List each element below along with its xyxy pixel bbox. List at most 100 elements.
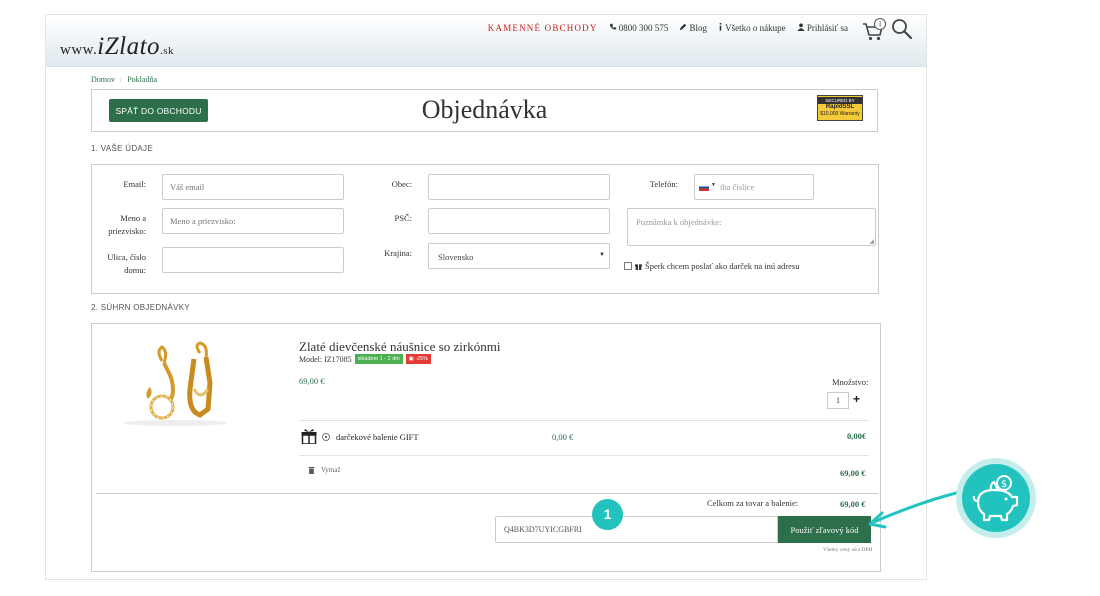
quantity-increase-button[interactable]: + (853, 392, 860, 406)
logo-brand: iZlato (97, 33, 161, 60)
rapidssl-seal[interactable]: SECURED BY RapidSSL $10,000 Warranty (817, 95, 863, 121)
site-logo[interactable]: www.iZlato.sk (60, 33, 174, 61)
piggy-bank-icon: $ (972, 475, 1019, 522)
gift-wrap-price: 0,00 € (552, 432, 574, 442)
zip-field[interactable] (428, 208, 610, 234)
name-label-line1: Meno a (120, 213, 146, 223)
phone-label: Telefón: (649, 179, 678, 189)
phone-icon (609, 23, 616, 30)
savings-badge: $ (962, 464, 1030, 532)
gift-checkbox-label: Šperk chcem poslať ako darček na inú adr… (645, 261, 800, 271)
user-icon (797, 23, 805, 31)
logo-prefix: www. (60, 42, 98, 58)
order-note-placeholder: Poznámka k objednávke: (636, 217, 722, 227)
phone-placeholder: iba číslice (720, 182, 755, 192)
vat-note: Všetky ceny sú s DPH (823, 547, 873, 553)
top-navigation: KAMENNÉ OBCHODY 0800 300 575 Blog Všetko… (488, 23, 848, 33)
section-details-heading: 1. VAŠE ÚDAJE (91, 144, 153, 153)
logo-tld: .sk (160, 45, 175, 57)
divider (299, 420, 869, 421)
resize-handle-icon[interactable]: ◢ (869, 238, 874, 245)
phone-number: 0800 300 575 (618, 23, 669, 33)
page-title: Objednávka (421, 95, 548, 124)
nav-info-link[interactable]: Všetko o nákupe (718, 23, 786, 33)
email-label: Email: (123, 179, 146, 189)
street-label-line2: domu: (124, 265, 146, 275)
stock-badge: skladom 1 - 2 dni (354, 354, 403, 364)
gift-wrap-total: 0,00€ (847, 431, 867, 441)
nav-phone-link[interactable]: 0800 300 575 (609, 23, 669, 33)
remove-label: Vymaž (321, 466, 341, 474)
section-summary-heading: 2. SÚHRN OBJEDNÁVKY (91, 303, 191, 312)
gift-icon (301, 429, 317, 444)
quantity-input[interactable]: 1 (827, 392, 849, 409)
name-label: Meno a priezvisko: (102, 212, 146, 238)
site-header: www.iZlato.sk KAMENNÉ OBCHODY 0800 300 5… (46, 15, 926, 67)
remove-item-button[interactable]: Vymaž (308, 466, 340, 474)
city-field[interactable] (428, 174, 610, 200)
street-label: Ulica, číslo domu: (96, 251, 146, 277)
search-button[interactable] (891, 18, 913, 40)
country-select[interactable]: Slovensko ▼ (428, 243, 610, 269)
street-field[interactable] (162, 247, 344, 273)
city-label: Obec: (391, 179, 412, 189)
chevron-down-icon: ▼ (599, 252, 605, 258)
shopping-info-label: Všetko o nákupe (725, 23, 786, 33)
apply-coupon-button[interactable]: Použiť zľavový kód (778, 516, 871, 543)
phone-field[interactable]: ▼ iba číslice (694, 174, 814, 200)
product-model: Model: IZ17085 (299, 354, 352, 364)
breadcrumb: Domov / Pokladňa (91, 75, 157, 84)
cart-button[interactable]: 1 (862, 18, 888, 42)
ssl-bottom-text: $10,000 Warranty (820, 111, 860, 117)
breadcrumb-home[interactable]: Domov (91, 75, 115, 84)
pointer-arrow-icon (868, 490, 961, 529)
cart-count-badge: 1 (874, 18, 886, 30)
product-model-row: Model: IZ17085 skladom 1 - 2 dni ▣ -25% (299, 354, 432, 364)
street-label-line1: Ulica, číslo (107, 252, 146, 262)
trash-icon (308, 467, 315, 474)
order-summary: Zlaté dievčenské náušnice so zirkónmi Mo… (91, 323, 881, 572)
breadcrumb-current: Pokladňa (127, 75, 158, 84)
email-field[interactable] (162, 174, 344, 200)
item-total: 69,00 € (840, 468, 866, 478)
coupon-code-input[interactable]: Q4BK3D7UYICGBFRI (495, 516, 778, 543)
sale-badge-text: -25% (415, 356, 429, 362)
blog-label: Blog (689, 23, 708, 33)
login-label: Prihlásiť sa (806, 23, 848, 33)
info-icon (719, 23, 722, 31)
search-icon (892, 19, 913, 40)
sum-label: Celkom za tovar a balenie: (707, 498, 799, 508)
nav-login-link[interactable]: Prihlásiť sa (797, 23, 848, 33)
nav-blog-link[interactable]: Blog (679, 23, 707, 33)
product-image-earrings[interactable] (110, 339, 250, 429)
order-note-field[interactable]: Poznámka k objednávke: ◢ (627, 208, 876, 246)
step-number-marker: 1 (592, 499, 623, 530)
country-value: Slovensko (438, 252, 474, 262)
pencil-icon (680, 23, 687, 31)
customer-details-form: Email: Meno a priezvisko: Ulica, číslo d… (91, 164, 879, 294)
ssl-top-text: SECURED BY (818, 97, 862, 104)
divider (96, 493, 878, 494)
ssl-brand-text: RapidSSL (825, 104, 855, 110)
zip-label: PSČ: (394, 213, 413, 223)
svg-text:$: $ (1001, 479, 1007, 490)
sale-badge: ▣ -25% (405, 354, 432, 364)
quantity-label: Množstvo: (832, 377, 869, 387)
gift-wrap-radio[interactable] (322, 433, 330, 441)
gift-small-icon (635, 263, 642, 270)
country-label: Krajina: (384, 248, 412, 258)
gift-wrap-label: darčekové balenie GIFT (336, 432, 419, 442)
browser-page: www.iZlato.sk KAMENNÉ OBCHODY 0800 300 5… (45, 14, 927, 580)
gift-address-checkbox[interactable]: Šperk chcem poslať ako darček na inú adr… (624, 261, 799, 271)
product-price: 69,00 € (299, 376, 325, 386)
product-name[interactable]: Zlaté dievčenské náušnice so zirkónmi (299, 339, 500, 355)
caret-down-icon: ▼ (711, 183, 716, 188)
nav-stores-link[interactable]: KAMENNÉ OBCHODY (488, 23, 598, 33)
divider (299, 455, 869, 456)
checkbox[interactable] (624, 262, 632, 270)
name-field[interactable] (162, 208, 344, 234)
slovak-flag-icon[interactable] (699, 184, 709, 191)
back-to-shop-button[interactable]: SPÄŤ DO OBCHODU (109, 99, 208, 122)
title-bar: Objednávka SPÄŤ DO OBCHODU SECURED BY Ra… (91, 89, 878, 132)
name-label-line2: priezvisko: (108, 226, 146, 236)
